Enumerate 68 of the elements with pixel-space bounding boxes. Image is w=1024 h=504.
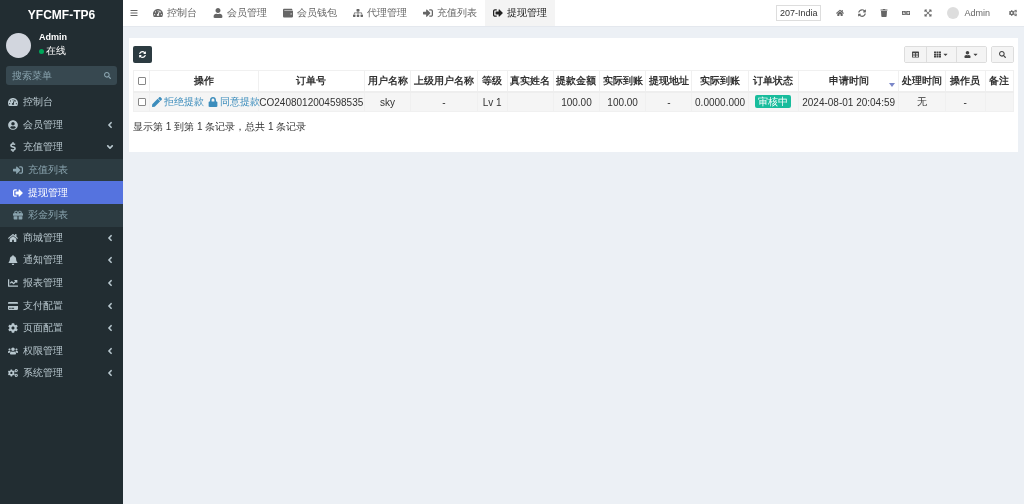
refresh-icon <box>139 51 146 58</box>
gift-icon <box>13 210 23 221</box>
search-field[interactable]: 搜索菜单 <box>6 66 117 85</box>
bell-icon <box>8 255 18 266</box>
sign-in-icon <box>13 165 23 176</box>
nav-tab[interactable]: 提现管理 <box>485 0 555 26</box>
site-badge[interactable]: 207-India <box>775 5 822 21</box>
gears-icon <box>8 368 18 379</box>
chevron-left-icon <box>105 368 115 379</box>
chevron-left-icon <box>105 255 115 266</box>
export-button[interactable] <box>956 47 986 62</box>
reject-link[interactable]: 拒绝提款 <box>152 95 205 109</box>
chevron-left-icon <box>105 278 115 289</box>
users-icon <box>8 345 18 356</box>
user-icon <box>213 8 223 18</box>
chevron-left-icon <box>105 323 115 334</box>
sign-out-icon <box>13 187 23 198</box>
sidebar-item[interactable]: 商城管理 <box>0 226 123 250</box>
chevron-left-icon <box>105 232 115 243</box>
chart-icon <box>8 278 18 289</box>
sidebar-item[interactable]: 报表管理 <box>0 271 123 295</box>
chevron-left-icon <box>105 345 115 356</box>
table-icon <box>912 51 919 58</box>
chevron-left-icon <box>105 119 115 130</box>
sidebar-item[interactable]: 充值管理 <box>0 136 123 159</box>
sidebar-item[interactable]: 系统管理 <box>0 362 123 385</box>
pagination-info: 显示第 1 到第 1 条记录，总共 1 条记录 <box>133 120 308 134</box>
user-icon <box>964 51 971 58</box>
refresh-button[interactable] <box>133 46 152 63</box>
avatar <box>6 32 31 58</box>
dashboard-icon <box>8 97 18 108</box>
approve-link[interactable]: 同意提款 <box>208 95 261 109</box>
pencil-icon <box>152 97 163 107</box>
caret-icon <box>972 51 979 58</box>
sign-out-icon <box>493 8 503 18</box>
user-icon <box>8 119 18 130</box>
user-status: 在线 <box>46 44 66 58</box>
sidebar-item[interactable]: 通知管理 <box>0 249 123 272</box>
sidebar-item[interactable]: 支付配置 <box>0 294 123 317</box>
dollar-icon <box>8 142 18 153</box>
caret-icon <box>942 51 949 58</box>
dashboard-icon <box>153 8 163 18</box>
sidebar-subitem[interactable]: 彩金列表 <box>0 203 123 227</box>
sign-in-icon <box>423 8 433 18</box>
wallet-icon <box>283 8 293 18</box>
sidebar-subitem[interactable]: 充值列表 <box>0 158 123 182</box>
checkbox[interactable] <box>137 76 146 85</box>
sitemap-icon <box>353 8 363 18</box>
sort-icon <box>889 83 896 87</box>
sidebar-item[interactable]: 会员管理 <box>0 113 123 137</box>
home-icon <box>8 232 18 243</box>
gear-icon <box>8 323 18 334</box>
sidebar-subitem[interactable]: 提现管理 <box>0 181 123 204</box>
sidebar-item[interactable]: 页面配置 <box>0 316 123 340</box>
sidebar-item[interactable]: 控制台 <box>0 91 123 114</box>
search-icon <box>104 72 111 79</box>
lock-icon <box>208 97 219 107</box>
status-badge: 审核中 <box>755 95 792 108</box>
search-field[interactable]: 搜索菜单 <box>12 70 104 81</box>
chevron-left-icon <box>105 300 115 311</box>
admin-name[interactable]: Admin <box>964 8 990 18</box>
grid-icon <box>934 51 941 58</box>
search-button[interactable] <box>992 47 1013 62</box>
checkbox[interactable] <box>137 97 146 106</box>
card-icon <box>8 300 18 311</box>
user-name: Admin <box>39 32 67 42</box>
search-icon <box>999 51 1006 58</box>
sidebar-item[interactable]: 权限管理 <box>0 339 123 363</box>
